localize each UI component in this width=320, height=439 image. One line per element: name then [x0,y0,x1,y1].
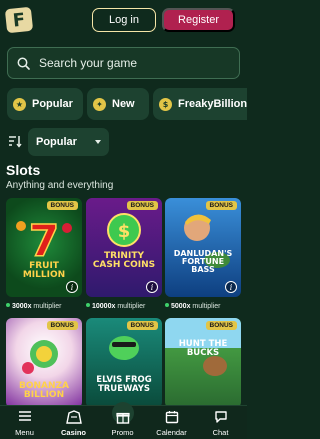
bonus-badge: BONUS [46,201,78,210]
chip-label: New [112,98,135,110]
svg-text:$: $ [118,221,131,242]
chip-popular[interactable]: ★ Popular [7,88,83,120]
status-dot [86,303,90,307]
game-tile-hunt-the-bucks[interactable]: BONUS HUNT THE BUCKS [165,318,241,408]
search-input[interactable]: Search your game [7,47,240,79]
game-title: FRUIT MILLION [22,261,66,280]
game-art [109,336,139,360]
login-button[interactable]: Log in [92,8,156,32]
game-title: BONANZA BILLION [18,381,70,400]
info-icon[interactable]: i [225,281,237,293]
multiplier-value: 5000x [171,303,191,310]
bonus-badge: BONUS [205,321,237,330]
section-title: Slots [6,162,41,178]
game-tile-elvis-frog[interactable]: BONUS ELVIS FROG TRUEWAYS [86,318,162,408]
bonus-badge: BONUS [126,201,158,210]
game-title: DANLUDAN'S FORTUNE BASS [173,249,233,274]
info-icon[interactable]: i [146,281,158,293]
nav-label: Casino [60,428,86,437]
nav-casino[interactable]: Casino [49,406,98,439]
chevron-down-icon [95,140,101,144]
game-tile-fortune-bass[interactable]: BONUS DANLUDAN'S FORTUNE BASS i [165,198,241,297]
multiplier-fortune-bass: 5000x multiplier [165,303,220,310]
search-icon [17,57,30,70]
multiplier-label: multiplier [192,303,221,310]
status-dot [165,303,169,307]
coin-icon: $ [159,97,172,111]
game-title: TRINITY CASH COINS [92,251,156,270]
nav-calendar[interactable]: Calendar [147,406,196,439]
menu-icon [18,411,31,421]
chip-new[interactable]: ✦ New [87,88,149,120]
game-tile-fruit-million[interactable]: 7 BONUS FRUIT MILLION i [6,198,82,297]
chip-label: FreakyBillion [178,98,247,110]
nav-label: Calendar [156,428,187,437]
info-icon[interactable]: i [66,281,78,293]
bonus-badge: BONUS [126,321,158,330]
chat-icon [214,411,227,423]
nav-chat[interactable]: Chat [196,406,245,439]
multiplier-label: multiplier [33,303,62,310]
nav-label: Menu [15,428,34,437]
multiplier-value: 3000x [12,303,32,310]
sort-selected: Popular [36,136,77,148]
casino-icon [65,410,82,424]
sort-row: Popular [6,128,246,156]
register-button[interactable]: Register [162,8,235,32]
multiplier-value: 10000x [92,303,116,310]
multiplier-trinity: 10000x multiplier [86,303,145,310]
chip-freakybillion[interactable]: $ FreakyBillion [153,88,247,120]
gift-icon [115,412,130,424]
calendar-icon [165,411,178,424]
multiplier-fruit-million: 3000x multiplier [6,303,61,310]
section-subtitle: Anything and everything [6,180,114,191]
top-header: F Log in Register [0,0,247,40]
nav-menu[interactable]: Menu [0,406,49,439]
star-icon: ★ [13,97,26,111]
sort-dropdown[interactable]: Popular [28,128,109,156]
nav-label: Promo [111,428,134,437]
game-title: HUNT THE BUCKS [178,339,228,358]
multiplier-label: multiplier [117,303,146,310]
search-placeholder: Search your game [39,56,138,70]
game-tile-bonanza-billion[interactable]: BONUS BONANZA BILLION [6,318,82,408]
svg-text:7: 7 [29,216,60,267]
game-tile-trinity-cash-coins[interactable]: $ BONUS TRINITY CASH COINS i [86,198,162,297]
bonus-badge: BONUS [205,201,237,210]
category-chips: ★ Popular ✦ New $ FreakyBillion [7,88,247,120]
new-icon: ✦ [93,97,106,111]
bottom-navigation: Menu Casino Promo Calendar Chat [0,402,247,439]
game-title: ELVIS FROG TRUEWAYS [96,375,152,394]
nav-promo[interactable]: Promo [98,402,147,439]
status-dot [6,303,10,307]
chip-label: Popular [32,98,73,110]
game-art [165,318,241,376]
brand-logo[interactable]: F [4,6,34,34]
nav-label: Chat [212,428,229,437]
bonus-badge: BONUS [46,321,78,330]
sort-icon[interactable] [8,134,22,148]
